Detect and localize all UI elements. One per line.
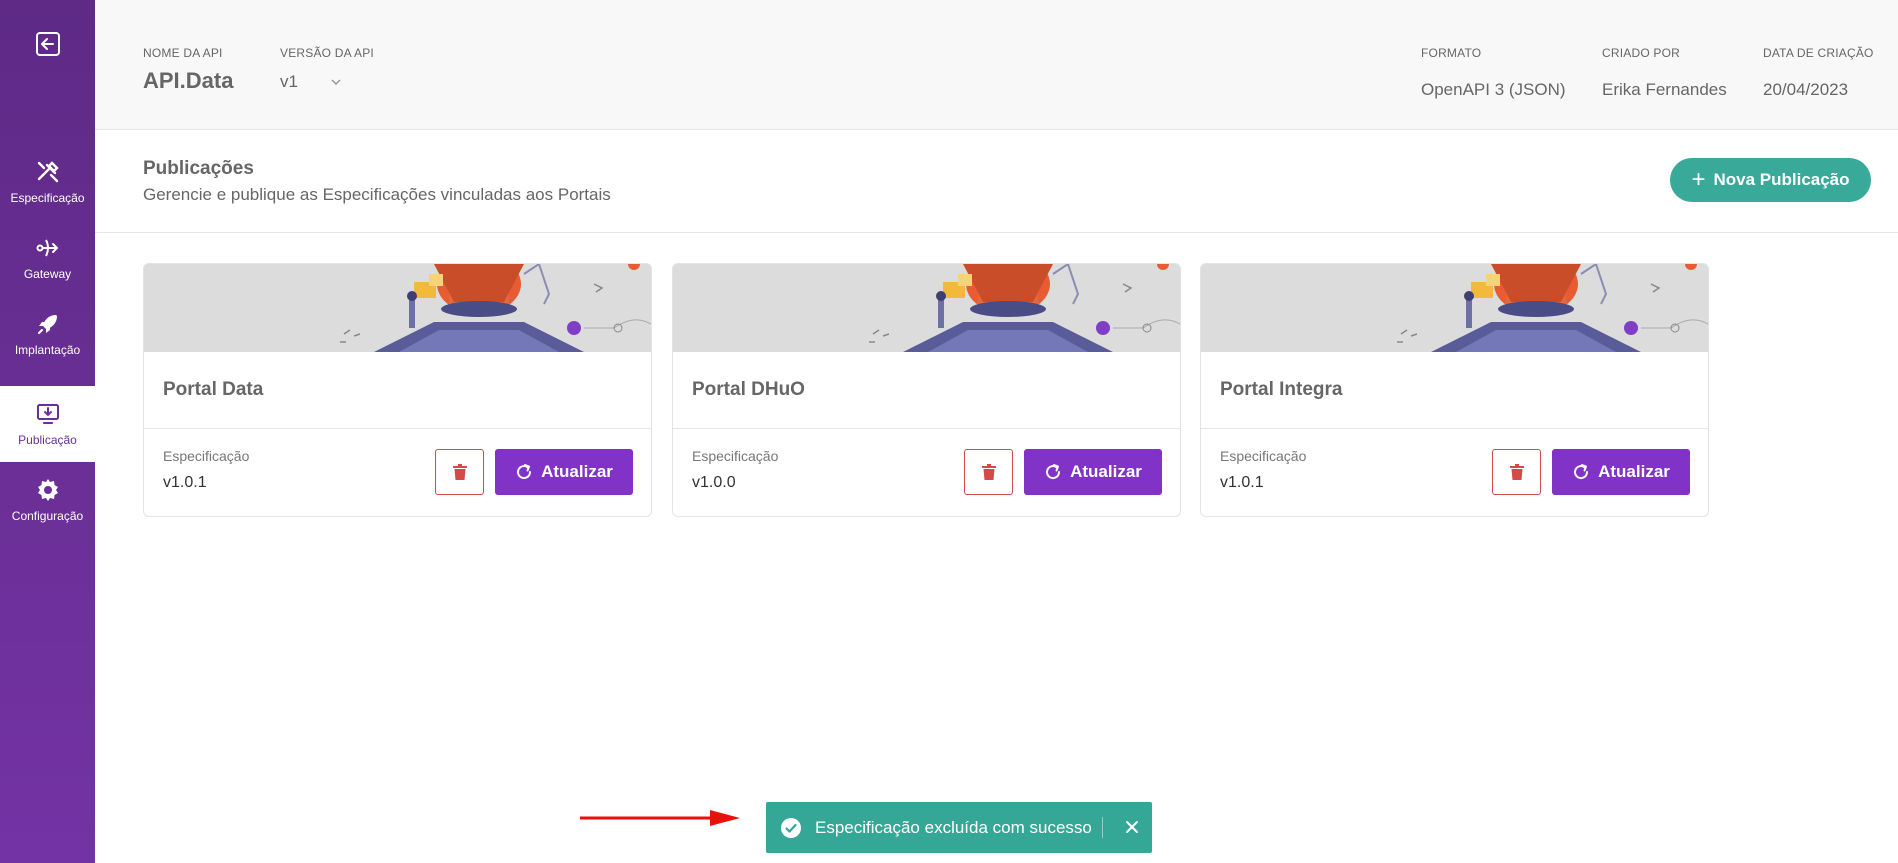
trash-icon [981,464,996,480]
sidebar-item-label: Especificação [10,191,85,205]
update-label: Atualizar [541,462,613,481]
portal-banner-illustration [673,264,1180,352]
spec-label: Especificação [163,448,250,464]
new-publication-button[interactable]: + Nova Publicação [1670,158,1871,202]
card-divider [1201,428,1708,429]
update-button[interactable]: Atualizar [495,449,633,495]
api-version-select[interactable]: v1 [280,70,350,94]
spec-version: v1.0.1 [163,474,207,491]
sidebar-item-label: Publicação [18,433,77,447]
card-divider [673,428,1180,429]
refresh-icon [517,464,532,480]
created-date-value: 20/04/2023 [1763,80,1849,99]
red-arrow-annotation [580,810,740,826]
api-version-value: v1 [280,72,298,91]
sidebar-item-configuracao[interactable]: Configuração [0,462,95,538]
delete-button[interactable] [1492,449,1541,495]
portal-card: Portal DHuO Especificação v1.0.0 Atualiz… [672,263,1181,517]
spec-label: Especificação [1220,448,1307,464]
api-header: NOME DA API API.Data VERSÃO DA API v1 FO… [95,0,1898,130]
portal-card: Portal Data Especificação v1.0.1 Atualiz… [143,263,652,517]
portal-banner-illustration [144,264,651,352]
new-publication-label: Nova Publicação [1713,170,1850,189]
page-title: Publicações [143,158,254,179]
chevron-down-icon [331,79,341,86]
refresh-icon [1574,464,1589,480]
sidebar: Especificação Gateway Implantação Public… [0,0,95,863]
update-label: Atualizar [1598,462,1670,481]
exit-icon[interactable] [34,30,62,58]
portal-name: Portal DHuO [692,379,805,400]
trash-icon [1509,464,1524,480]
publications-section: Publicações Gerencie e publique as Espec… [95,130,1898,233]
trash-icon [452,464,467,480]
monitor-download-icon [36,404,59,424]
check-circle-icon [781,817,801,838]
plus-icon: + [1691,166,1706,193]
refresh-icon [1046,464,1061,480]
update-button[interactable]: Atualizar [1552,449,1690,495]
api-name: API.Data [143,68,234,93]
sidebar-item-label: Configuração [11,509,84,523]
page-subtitle: Gerencie e publique as Especificações vi… [143,185,611,204]
success-toast: Especificação excluída com sucesso [766,802,1152,853]
api-name-label: NOME DA API [143,46,223,60]
sidebar-item-especificacao[interactable]: Especificação [0,144,95,220]
portal-name: Portal Integra [1220,379,1343,400]
toast-separator [1102,817,1103,838]
gear-icon [37,479,58,501]
sidebar-item-publicacao[interactable]: Publicação [0,386,95,462]
created-by-value: Erika Fernandes [1602,80,1727,99]
format-value: OpenAPI 3 (JSON) [1421,80,1566,99]
sidebar-item-label: Implantação [14,343,81,357]
spec-version: v1.0.0 [692,474,736,491]
card-divider [144,428,651,429]
portal-card: Portal Integra Especificação v1.0.1 Atua… [1200,263,1709,517]
update-button[interactable]: Atualizar [1024,449,1162,495]
close-icon[interactable] [1122,817,1142,837]
update-label: Atualizar [1070,462,1142,481]
toast-message: Especificação excluída com sucesso [815,817,1092,837]
created-by-label: CRIADO POR [1602,46,1681,60]
sidebar-item-implantacao[interactable]: Implantação [0,296,95,372]
delete-button[interactable] [964,449,1013,495]
portal-banner-illustration [1201,264,1708,352]
format-label: FORMATO [1421,46,1482,60]
sidebar-item-gateway[interactable]: Gateway [0,220,95,296]
rocket-icon [37,315,57,334]
spec-version: v1.0.1 [1220,474,1264,491]
spec-label: Especificação [692,448,779,464]
created-date-label: DATA DE CRIAÇÃO [1763,46,1874,60]
gateway-icon [36,239,58,257]
portal-name: Portal Data [163,379,264,400]
delete-button[interactable] [435,449,484,495]
sidebar-item-label: Gateway [23,267,72,281]
tools-icon [37,161,59,183]
api-version-label: VERSÃO DA API [280,46,374,60]
